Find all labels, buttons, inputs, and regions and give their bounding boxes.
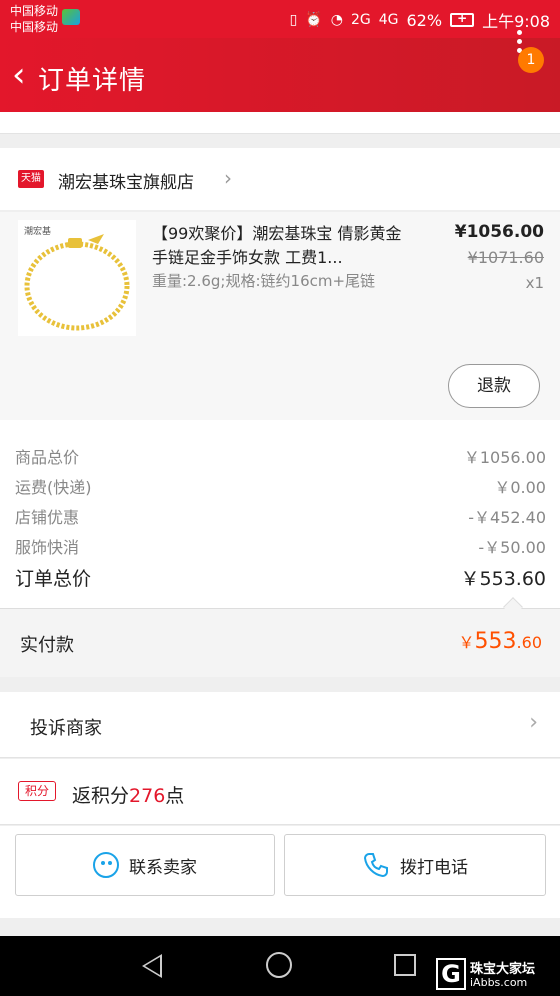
- order-total-value: ￥553.60: [460, 568, 546, 590]
- page-title: 订单详情: [38, 66, 147, 96]
- cost-breakdown: 商品总价 ￥1056.00 运费(快递) ￥0.00 店铺优惠 -￥452.40…: [0, 420, 560, 608]
- paid-currency: ￥: [458, 633, 475, 652]
- product-price: ¥1056.00: [454, 222, 544, 242]
- watermark-logo-icon: G: [436, 958, 466, 990]
- refund-button[interactable]: 退款: [448, 364, 540, 408]
- cost-label: 服饰快消: [15, 538, 80, 557]
- carrier-2: 中国移动: [10, 20, 59, 34]
- watermark-line2: iAbbs.com: [470, 976, 528, 989]
- status-indicators: ▯ ⏰ ◔ 2G 4G 62% 上午9:08: [290, 8, 550, 32]
- cost-label: 商品总价: [15, 448, 80, 467]
- call-label: 拨打电话: [400, 857, 468, 878]
- shop-name: 潮宏基珠宝旗舰店: [58, 173, 194, 193]
- phone-icon: [363, 853, 388, 878]
- alarm-icon: ⏰: [305, 12, 323, 28]
- nav-home-icon[interactable]: [266, 952, 292, 978]
- paid-amount-int: 553: [474, 629, 517, 654]
- cost-row: 商品总价 ￥1056.00: [0, 440, 560, 470]
- order-total-row: 订单总价 ￥553.60: [0, 562, 560, 592]
- top-spacer: [0, 112, 560, 134]
- points-row: 积分 返积分276点: [0, 759, 560, 825]
- cost-value: ￥1056.00: [463, 448, 546, 467]
- contact-seller-label: 联系卖家: [129, 857, 197, 878]
- order-total-label: 订单总价: [15, 568, 92, 590]
- complaint-row[interactable]: 投诉商家 ›: [0, 692, 560, 758]
- call-button[interactable]: 拨打电话: [284, 834, 546, 896]
- battery-percent: 62%: [406, 10, 443, 30]
- watermark: G 珠宝大家坛 iAbbs.com: [436, 958, 556, 994]
- shop-row[interactable]: 天猫 潮宏基珠宝旗舰店 ›: [0, 148, 560, 210]
- cost-row: 店铺优惠 -￥452.40: [0, 500, 560, 530]
- watermark-line1: 珠宝大家坛: [470, 962, 536, 977]
- battery-icon: [450, 11, 475, 27]
- action-bar: 联系卖家 拨打电话: [0, 826, 560, 918]
- signal-2g: 2G: [350, 12, 371, 28]
- paid-amount: ￥553.60: [459, 629, 542, 654]
- system-nav-bar: G 珠宝大家坛 iAbbs.com: [0, 936, 560, 996]
- title-bar: ‹ 订单详情: [0, 38, 560, 112]
- bracelet-image: [24, 234, 130, 331]
- carrier-info: 中国移动 中国移动: [10, 3, 58, 35]
- vibrate-icon: ▯: [289, 12, 298, 28]
- complaint-label: 投诉商家: [30, 718, 102, 739]
- chevron-right-icon: ›: [529, 710, 538, 735]
- points-text: 返积分276点: [72, 781, 184, 808]
- paid-label: 实付款: [20, 635, 74, 656]
- wifi-icon: ◔: [330, 12, 343, 28]
- thumbnail-brand: 潮宏基: [24, 227, 52, 237]
- tmall-icon: 天猫: [18, 170, 44, 188]
- signal-4g: 4G: [378, 12, 399, 28]
- cost-value: ￥0.00: [494, 478, 546, 497]
- product-title[interactable]: 【99欢聚价】潮宏基珠宝 倩影黄金手链足金手饰女款 工费1...: [152, 222, 406, 270]
- contact-seller-button[interactable]: 联系卖家: [15, 834, 275, 896]
- points-suffix: 点: [165, 785, 185, 807]
- cost-value: -￥50.00: [478, 538, 546, 557]
- product-quantity: x1: [525, 274, 544, 292]
- product-thumbnail[interactable]: 潮宏基: [18, 220, 136, 336]
- nav-recent-apps-icon[interactable]: [394, 954, 416, 976]
- paid-amount-dec: .60: [516, 633, 542, 652]
- points-tag: 积分: [18, 781, 56, 801]
- paid-row: 实付款 ￥553.60: [0, 609, 560, 677]
- points-prefix: 返积分: [72, 785, 130, 807]
- cost-value: -￥452.40: [468, 508, 546, 527]
- product-item[interactable]: 潮宏基 【99欢聚价】潮宏基珠宝 倩影黄金手链足金手饰女款 工费1... 重量:…: [0, 212, 560, 420]
- points-amount: 276: [129, 785, 166, 807]
- product-spec: 重量:2.6g;规格:链约16cm+尾链: [152, 272, 376, 290]
- cost-label: 运费(快递): [15, 478, 92, 497]
- notification-badge: 1: [518, 47, 544, 73]
- cost-label: 店铺优惠: [15, 508, 80, 527]
- product-original-price: ¥1071.60: [467, 248, 544, 267]
- app-notification-icon: [62, 9, 80, 25]
- cost-row: 服饰快消 -￥50.00: [0, 530, 560, 560]
- chat-icon: [93, 852, 119, 878]
- back-chevron-icon[interactable]: ‹: [12, 58, 26, 92]
- chevron-right-icon: ›: [224, 166, 232, 190]
- cost-row: 运费(快递) ￥0.00: [0, 470, 560, 500]
- carrier-1: 中国移动: [10, 4, 59, 18]
- status-bar: 中国移动 中国移动 ▯ ⏰ ◔ 2G 4G 62% 上午9:08: [0, 0, 560, 38]
- nav-back-icon[interactable]: [142, 954, 162, 978]
- clock: 上午9:08: [482, 12, 550, 31]
